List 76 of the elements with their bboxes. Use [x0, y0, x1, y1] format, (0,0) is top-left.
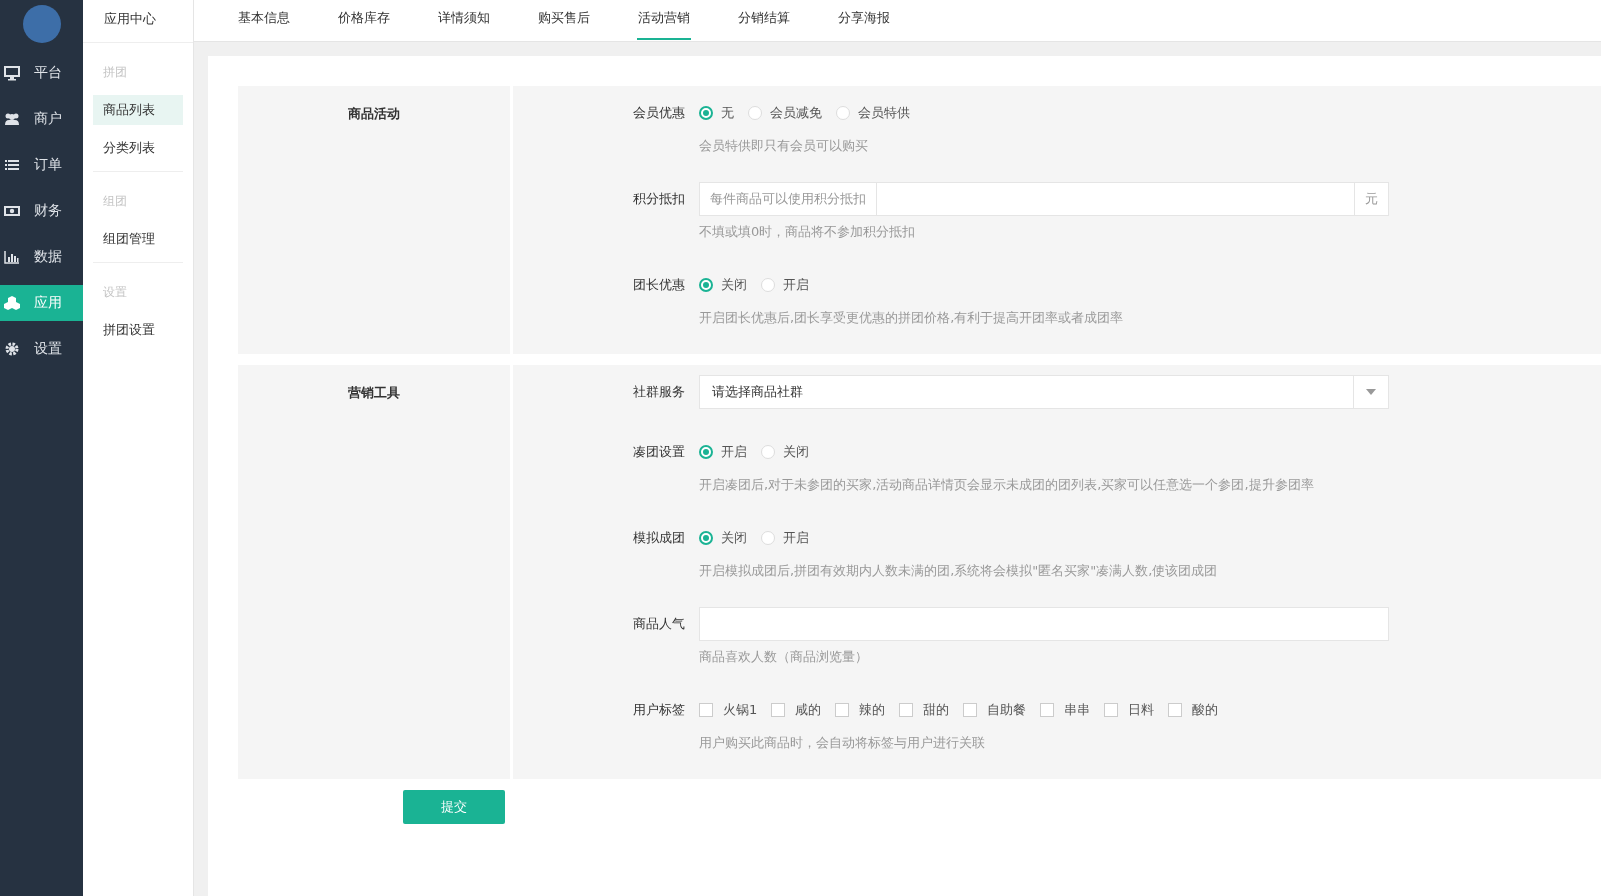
tab[interactable]: 分享海报	[814, 0, 914, 41]
help-text: 不填或填0时，商品将不参加积分抵扣	[699, 223, 917, 241]
checkbox-icon[interactable]	[963, 703, 978, 717]
submenu-item[interactable]: 组团管理	[93, 224, 183, 254]
sidebar-item-icon	[4, 157, 20, 173]
sidebar-item[interactable]: 商户	[0, 101, 83, 137]
tab[interactable]: 价格库存	[314, 0, 414, 41]
checkbox-option[interactable]: 甜的	[899, 701, 950, 719]
checkbox-option[interactable]: 自助餐	[963, 701, 1027, 719]
help-text: 商品喜欢人数（商品浏览量）	[699, 648, 869, 666]
radio-icon[interactable]	[699, 445, 713, 459]
checkbox-option[interactable]: 串串	[1040, 701, 1091, 719]
field-label: 团长优惠	[632, 276, 686, 294]
submenu-heading: 组团	[102, 193, 128, 210]
sidebar-item-icon	[4, 295, 20, 311]
radio-icon[interactable]	[699, 278, 713, 292]
field-label: 模拟成团	[632, 529, 686, 547]
field-label: 用户标签	[632, 701, 686, 719]
radio-option[interactable]: 无	[699, 104, 734, 122]
sidebar-item[interactable]: 数据	[0, 239, 83, 275]
radio-option[interactable]: 开启	[761, 529, 809, 547]
checkbox-option[interactable]: 酸的	[1168, 701, 1219, 719]
tab[interactable]: 活动营销	[614, 0, 714, 41]
radio-option[interactable]: 会员减免	[748, 104, 822, 122]
tab[interactable]: 分销结算	[714, 0, 814, 41]
checkbox-icon[interactable]	[771, 703, 786, 717]
submenu-item[interactable]: 拼团设置	[93, 315, 183, 345]
checkbox-option[interactable]: 辣的	[835, 701, 886, 719]
radio-icon[interactable]	[699, 106, 713, 120]
submenu-item[interactable]: 商品列表	[93, 95, 183, 125]
sidebar-item-icon	[4, 203, 20, 219]
sidebar-item-icon	[4, 249, 20, 265]
checkbox-icon[interactable]	[1104, 703, 1119, 717]
radio-option[interactable]: 会员特供	[836, 104, 910, 122]
checkbox-option[interactable]: 日料	[1104, 701, 1155, 719]
radio-option[interactable]: 开启	[699, 443, 747, 461]
input-field[interactable]	[699, 607, 1389, 641]
radio-option[interactable]: 关闭	[699, 529, 747, 547]
sidebar-item[interactable]: 平台	[0, 55, 83, 91]
sidebar-item[interactable]: 财务	[0, 193, 83, 229]
radio-option[interactable]: 开启	[761, 276, 809, 294]
checkbox-icon[interactable]	[1168, 703, 1183, 717]
logo-picture	[22, 5, 61, 43]
submenu-heading: 拼团	[102, 64, 128, 81]
field-label: 商品人气	[632, 615, 686, 633]
checkbox-icon[interactable]	[1040, 703, 1055, 717]
sidebar-item[interactable]: 订单	[0, 147, 83, 183]
tab[interactable]: 基本信息	[214, 0, 314, 41]
submenu-title: 应用中心	[83, 0, 193, 43]
sidebar-item-icon	[4, 111, 20, 127]
sidebar-item-icon	[4, 65, 20, 81]
help-text: 会员特供即只有会员可以购买	[699, 137, 869, 155]
section-title: 营销工具	[238, 365, 510, 779]
section-title: 商品活动	[238, 86, 510, 354]
checkbox-icon[interactable]	[835, 703, 850, 717]
submenu-item[interactable]: 分类列表	[93, 133, 183, 163]
sidebar-item[interactable]: 设置	[0, 331, 83, 367]
help-text: 用户购买此商品时，会自动将标签与用户进行关联	[699, 734, 986, 752]
field-label: 会员优惠	[632, 104, 686, 122]
tab[interactable]: 购买售后	[514, 0, 614, 41]
checkbox-icon[interactable]	[899, 703, 914, 717]
caret-icon	[1366, 389, 1376, 395]
help-text: 开启团长优惠后,团长享受更优惠的拼团价格,有利于提高开团率或者成团率	[699, 309, 1125, 327]
radio-option[interactable]: 关闭	[699, 276, 747, 294]
community-select[interactable]: 请选择商品社群	[699, 375, 1389, 409]
radio-icon[interactable]	[699, 531, 713, 545]
checkbox-icon[interactable]	[699, 703, 713, 717]
field-label: 社群服务	[632, 383, 686, 401]
help-text: 开启模拟成团后,拼团有效期内人数未满的团,系统将会模拟"匿名买家"凑满人数,使该团成团	[699, 562, 1219, 580]
field-label: 积分抵扣	[632, 190, 686, 208]
checkbox-option[interactable]: 咸的	[771, 701, 822, 719]
field-label: 凑团设置	[632, 443, 686, 461]
radio-option[interactable]: 关闭	[761, 443, 809, 461]
checkbox-option[interactable]: 火锅1	[699, 701, 758, 719]
sidebar-item-icon	[4, 341, 20, 357]
tab[interactable]: 详情须知	[414, 0, 514, 41]
